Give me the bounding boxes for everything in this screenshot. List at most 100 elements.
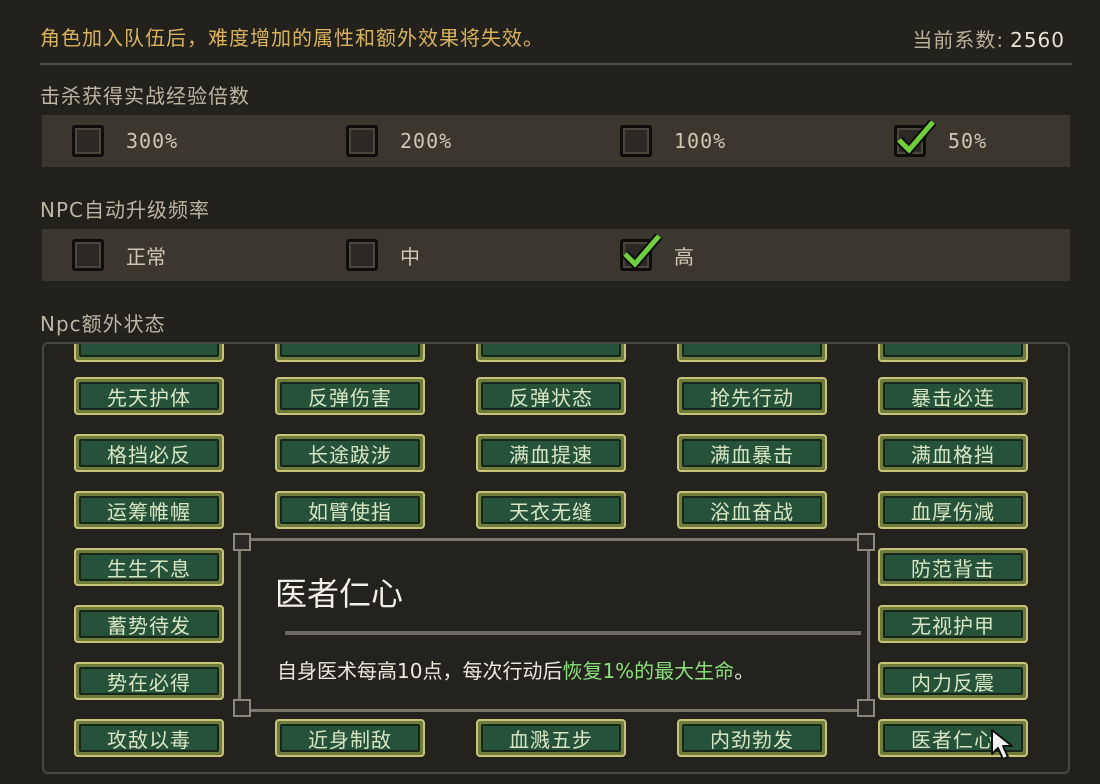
checkbox-checked[interactable] [894, 119, 937, 157]
tag-button[interactable]: 天衣无缝 [476, 491, 626, 529]
tag-label: 血厚伤减 [883, 496, 1023, 524]
option-label: 50% [948, 129, 988, 153]
checkbox[interactable] [72, 239, 104, 271]
mouse-cursor-icon [991, 729, 1013, 760]
tag-label: 抢先行动 [682, 382, 822, 410]
tag-button[interactable]: 血溅五步 [476, 719, 626, 757]
checkbox[interactable] [72, 125, 104, 157]
exp-multiplier-options: 300% 200% 100% 50% [42, 115, 1070, 167]
tag-button[interactable]: 浴血奋战 [677, 491, 827, 529]
tag-label: 内劲勃发 [682, 724, 822, 752]
tag-label: 蓄势待发 [79, 610, 219, 638]
tag-button[interactable]: 暴击必连 [878, 377, 1028, 415]
tag-button[interactable]: 先天护体 [74, 377, 224, 415]
tag-button[interactable]: 近身制敌 [275, 719, 425, 757]
tag-label: 如臂使指 [280, 496, 420, 524]
current-coefficient: 当前系数: 2560 [912, 24, 1065, 53]
levelup-option-normal[interactable]: 正常 [72, 229, 166, 281]
header-divider [40, 63, 1072, 65]
tag-button[interactable]: 如臂使指 [275, 491, 425, 529]
checkbox-checked[interactable] [620, 233, 663, 271]
exp-multiplier-title: 击杀获得实战经验倍数 [40, 84, 250, 108]
tag-label: 势在必得 [79, 667, 219, 695]
difficulty-settings-panel: 角色加入队伍后，难度增加的属性和额外效果将失效。 当前系数: 2560 击杀获得实… [0, 0, 1100, 784]
tag-label: 格挡必反 [79, 439, 219, 467]
tag-label: 暴击必连 [883, 382, 1023, 410]
tooltip-divider [285, 631, 861, 635]
desc-prefix: 自身医术每高10点，每次行动后 [277, 659, 563, 683]
tag-label: 无视护甲 [883, 610, 1023, 638]
tag-button[interactable]: 内劲勃发 [677, 719, 827, 757]
tag-label: 满血暴击 [682, 439, 822, 467]
skill-tooltip: 医者仁心 自身医术每高10点，每次行动后恢复1%的最大生命。 [233, 533, 875, 717]
checkbox[interactable] [620, 125, 652, 157]
coefficient-value: 2560 [1010, 28, 1065, 52]
exp-option-300[interactable]: 300% [72, 115, 178, 167]
tag-button[interactable]: 防范背击 [878, 548, 1028, 586]
option-label: 300% [126, 129, 179, 153]
tag-button[interactable]: 满血提速 [476, 434, 626, 472]
tag-label: 满血提速 [481, 439, 621, 467]
tag-label: 攻敌以毒 [79, 724, 219, 752]
tag-button-clipped[interactable] [275, 344, 425, 362]
tag-button-clipped[interactable] [878, 344, 1028, 362]
tag-button[interactable]: 生生不息 [74, 548, 224, 586]
option-label: 中 [400, 244, 420, 269]
checkbox[interactable] [346, 125, 378, 157]
tag-label: 内力反震 [883, 667, 1023, 695]
option-label: 100% [674, 129, 727, 153]
tooltip-corner [857, 699, 875, 717]
checkmark-icon [621, 233, 663, 271]
tag-button[interactable]: 抢先行动 [677, 377, 827, 415]
tag-button[interactable]: 无视护甲 [878, 605, 1028, 643]
tag-label: 满血格挡 [883, 439, 1023, 467]
tag-button[interactable]: 满血格挡 [878, 434, 1028, 472]
tag-button[interactable]: 反弹伤害 [275, 377, 425, 415]
exp-option-200[interactable]: 200% [346, 115, 452, 167]
tooltip-corner [233, 699, 251, 717]
npc-extra-title: Npc额外状态 [40, 312, 166, 336]
desc-suffix: 。 [734, 659, 755, 683]
tag-button[interactable]: 反弹状态 [476, 377, 626, 415]
tag-button-clipped[interactable] [476, 344, 626, 362]
coefficient-label: 当前系数: [912, 28, 1005, 52]
tag-label: 浴血奋战 [682, 496, 822, 524]
tag-button[interactable]: 格挡必反 [74, 434, 224, 472]
desc-highlight: 恢复1%的最大生命 [562, 659, 735, 683]
tag-label: 长途跋涉 [280, 439, 420, 467]
tag-button[interactable]: 势在必得 [74, 662, 224, 700]
option-label: 正常 [126, 244, 166, 269]
tag-button[interactable]: 运筹帷幄 [74, 491, 224, 529]
tag-label: 反弹状态 [481, 382, 621, 410]
tag-button[interactable]: 内力反震 [878, 662, 1028, 700]
tag-button-clipped[interactable] [677, 344, 827, 362]
tooltip-corner [857, 533, 875, 551]
tag-label: 生生不息 [79, 553, 219, 581]
tag-label: 血溅五步 [481, 724, 621, 752]
checkbox[interactable] [346, 239, 378, 271]
exp-option-50[interactable]: 50% [894, 115, 987, 167]
npc-levelup-title: NPC自动升级频率 [40, 198, 210, 222]
tooltip-corner [233, 533, 251, 551]
tag-label: 先天护体 [79, 382, 219, 410]
tag-button[interactable]: 长途跋涉 [275, 434, 425, 472]
option-label: 高 [674, 244, 694, 269]
checkmark-icon [895, 119, 937, 157]
npc-levelup-options: 正常 中 高 [42, 229, 1070, 281]
option-label: 200% [400, 129, 453, 153]
levelup-option-high[interactable]: 高 [620, 229, 694, 281]
tag-button-clipped[interactable] [74, 344, 224, 362]
tag-button[interactable]: 攻敌以毒 [74, 719, 224, 757]
tag-label: 防范背击 [883, 553, 1023, 581]
tooltip-title: 医者仁心 [275, 575, 404, 613]
tag-label: 天衣无缝 [481, 496, 621, 524]
tag-label: 运筹帷幄 [79, 496, 219, 524]
tag-label: 反弹伤害 [280, 382, 420, 410]
tag-button[interactable]: 血厚伤减 [878, 491, 1028, 529]
exp-option-100[interactable]: 100% [620, 115, 726, 167]
tag-button[interactable]: 蓄势待发 [74, 605, 224, 643]
tag-button[interactable]: 满血暴击 [677, 434, 827, 472]
tooltip-description: 自身医术每高10点，每次行动后恢复1%的最大生命。 [277, 655, 754, 684]
levelup-option-medium[interactable]: 中 [346, 229, 420, 281]
tag-label: 近身制敌 [280, 724, 420, 752]
